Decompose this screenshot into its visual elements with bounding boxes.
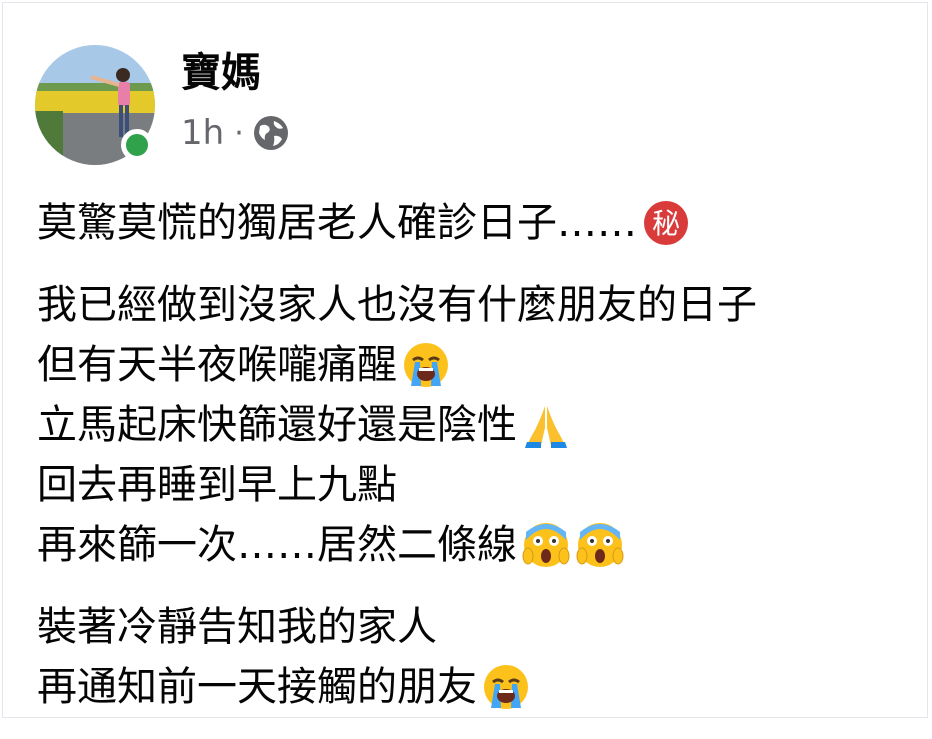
face-screaming-in-fear-emoji bbox=[521, 520, 571, 570]
post-text: 再通知前一天接觸的朋友 bbox=[37, 664, 477, 710]
post-text: 再來篩一次……居然二條線 bbox=[37, 522, 517, 568]
post-body: 莫驚莫慌的獨居老人確診日子…… 秘 我已經做到沒家人也沒有什麼朋友的日子 但有天… bbox=[37, 193, 907, 739]
post-line: 立馬起床快篩還好還是陰性 bbox=[37, 395, 907, 455]
post-line: 再通知前一天接觸的朋友 bbox=[37, 657, 907, 717]
post-text: 立馬起床快篩還好還是陰性 bbox=[37, 402, 517, 448]
paragraph: 裝著冷靜告知我的家人 再通知前一天接觸的朋友 bbox=[37, 597, 907, 717]
post-meta: 1h · bbox=[181, 111, 290, 155]
folded-hands-emoji bbox=[521, 400, 571, 450]
post-line: 再來篩一次……居然二條線 bbox=[37, 515, 907, 575]
post-text: 我已經做到沒家人也沒有什麼朋友的日子 bbox=[37, 282, 757, 328]
post-line: 莫驚莫慌的獨居老人確診日子…… 秘 bbox=[37, 193, 907, 253]
post-line: 回去再睡到早上九點 bbox=[37, 455, 907, 515]
loudly-crying-face-emoji bbox=[401, 340, 451, 390]
secret-emoji: 秘 bbox=[641, 198, 691, 248]
post-line: 裝著冷靜告知我的家人 bbox=[37, 597, 907, 657]
paragraph: 莫驚莫慌的獨居老人確診日子…… 秘 bbox=[37, 193, 907, 253]
post-line: 我已經做到沒家人也沒有什麼朋友的日子 bbox=[37, 275, 907, 335]
paragraph: 我已經做到沒家人也沒有什麼朋友的日子 但有天半夜喉嚨痛醒 立馬起床快篩還好還是陰… bbox=[37, 275, 907, 575]
post-text: 裝著冷靜告知我的家人 bbox=[37, 604, 437, 650]
svg-text:秘: 秘 bbox=[652, 207, 680, 240]
online-status-indicator bbox=[121, 129, 153, 161]
meta-separator: · bbox=[234, 115, 244, 151]
post-text: 但有天半夜喉嚨痛醒 bbox=[37, 342, 397, 388]
post-text: 回去再睡到早上九點 bbox=[37, 462, 397, 508]
post-line: 但有天半夜喉嚨痛醒 bbox=[37, 335, 907, 395]
post-text: 莫驚莫慌的獨居老人確診日子…… bbox=[37, 200, 637, 246]
face-screaming-in-fear-emoji bbox=[575, 520, 625, 570]
post-card: 寶媽 1h · 莫驚莫慌的獨居老人確診日子…… 秘 我已經做到沒家人也沒有什麼朋… bbox=[2, 2, 928, 718]
author-name[interactable]: 寶媽 bbox=[181, 47, 261, 99]
loudly-crying-face-emoji bbox=[481, 662, 531, 712]
timestamp[interactable]: 1h bbox=[181, 113, 224, 153]
globe-icon[interactable] bbox=[252, 114, 290, 152]
